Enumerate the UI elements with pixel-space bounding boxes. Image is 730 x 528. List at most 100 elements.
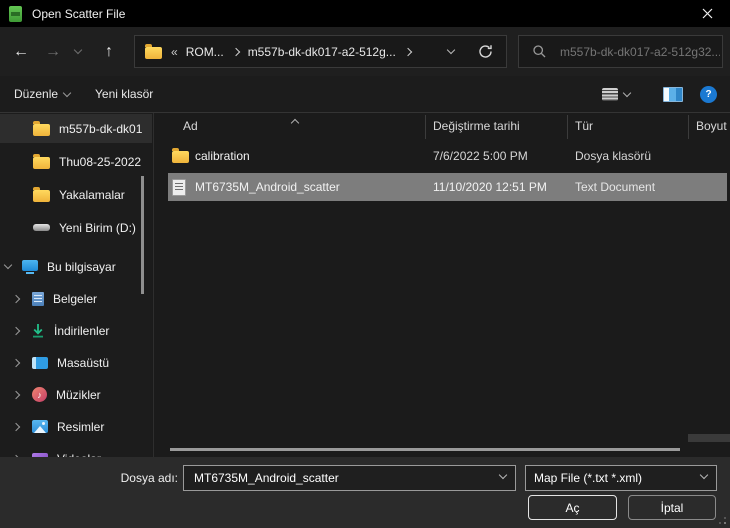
sidebar-item-label: Resimler bbox=[57, 419, 105, 434]
file-list: Ad Değiştirme tarihi Tür Boyut calibrati… bbox=[154, 113, 730, 457]
sidebar-item-thu08[interactable]: Thu08-25-2022 bbox=[0, 147, 152, 176]
music-icon: ♪ bbox=[32, 387, 47, 402]
sidebar-item-label: Belgeler bbox=[53, 291, 98, 306]
back-icon: ← bbox=[13, 42, 29, 60]
column-separator[interactable] bbox=[425, 115, 426, 139]
file-row-scatter[interactable]: MT6735M_Android_scatter 11/10/2020 12:51… bbox=[168, 173, 727, 201]
app-icon bbox=[9, 5, 22, 22]
preview-pane-button[interactable] bbox=[663, 76, 683, 112]
command-toolbar: Düzenle Yeni klasör ? bbox=[0, 76, 730, 113]
breadcrumb-overflow[interactable]: « bbox=[171, 45, 178, 59]
search-icon bbox=[533, 45, 546, 58]
folder-icon bbox=[33, 120, 50, 136]
open-button[interactable]: Aç bbox=[528, 495, 617, 520]
new-folder-button[interactable]: Yeni klasör bbox=[95, 76, 153, 112]
column-separator[interactable] bbox=[688, 115, 689, 139]
downloads-icon bbox=[33, 324, 43, 338]
help-button[interactable]: ? bbox=[700, 76, 717, 112]
file-type: Dosya klasörü bbox=[575, 149, 652, 163]
sidebar-item-label: Müzikler bbox=[56, 387, 101, 402]
resize-grip[interactable] bbox=[724, 522, 726, 524]
up-icon: ↑ bbox=[105, 42, 113, 60]
breadcrumb-item-rom[interactable]: ROM... bbox=[186, 45, 224, 59]
sidebar-item-masaustu[interactable]: Masaüstü bbox=[0, 348, 152, 377]
chevron-down-icon[interactable] bbox=[498, 470, 508, 480]
search-box[interactable] bbox=[518, 35, 723, 68]
sidebar-item-yakalamalar[interactable]: Yakalamalar bbox=[0, 180, 152, 209]
chevron-collapsed-icon[interactable] bbox=[11, 294, 21, 303]
dialog-footer: Dosya adı: Map File (*.txt *.xml) Aç İpt… bbox=[0, 457, 730, 528]
chevron-down-icon[interactable] bbox=[699, 470, 709, 480]
filetype-value: Map File (*.txt *.xml) bbox=[534, 471, 643, 485]
search-input[interactable] bbox=[558, 43, 722, 60]
chevron-collapsed-icon[interactable] bbox=[11, 326, 21, 335]
view-mode-button[interactable] bbox=[602, 76, 632, 112]
filename-combobox[interactable] bbox=[183, 465, 516, 491]
chevron-down-icon bbox=[62, 88, 72, 97]
chevron-down-icon bbox=[73, 45, 83, 55]
address-dropdown-icon[interactable] bbox=[446, 45, 456, 55]
refresh-icon[interactable] bbox=[478, 44, 493, 59]
column-header-name[interactable]: Ad bbox=[183, 119, 198, 133]
breadcrumb-item-current[interactable]: m557b-dk-dk017-a2-512g... bbox=[248, 45, 396, 59]
organize-label: Düzenle bbox=[14, 87, 59, 101]
column-header-modified[interactable]: Değiştirme tarihi bbox=[433, 119, 520, 133]
file-row-calibration[interactable]: calibration 7/6/2022 5:00 PM Dosya klasö… bbox=[168, 142, 727, 170]
folder-icon bbox=[145, 43, 162, 59]
organize-button[interactable]: Düzenle bbox=[14, 76, 72, 112]
chevron-right-icon[interactable] bbox=[403, 47, 413, 56]
file-name: MT6735M_Android_scatter bbox=[195, 180, 340, 194]
sidebar-item-label: İndirilenler bbox=[54, 323, 110, 338]
sidebar-item-label: m557b-dk-dk01 bbox=[59, 121, 143, 136]
navigation-bar: ← → ↑ « ROM... m557b-dk-dk017-a2-512g... bbox=[0, 27, 730, 76]
file-name: calibration bbox=[195, 149, 250, 163]
filetype-combobox[interactable]: Map File (*.txt *.xml) bbox=[525, 465, 717, 491]
desktop-icon bbox=[32, 356, 48, 369]
sidebar-item-videolar[interactable]: Videolar bbox=[0, 444, 152, 457]
file-modified: 7/6/2022 5:00 PM bbox=[433, 149, 528, 163]
pictures-icon bbox=[32, 420, 48, 433]
folder-icon bbox=[172, 142, 189, 170]
back-button[interactable]: ← bbox=[6, 27, 36, 76]
documents-icon bbox=[32, 291, 44, 306]
sidebar-item-m557b[interactable]: m557b-dk-dk01 bbox=[0, 114, 152, 143]
forward-icon: → bbox=[45, 42, 61, 60]
recent-locations-button[interactable] bbox=[66, 27, 90, 76]
chevron-collapsed-icon[interactable] bbox=[11, 358, 21, 367]
chevron-collapsed-icon[interactable] bbox=[11, 390, 21, 399]
forward-button[interactable]: → bbox=[38, 27, 68, 76]
sidebar-item-indirilenler[interactable]: İndirilenler bbox=[0, 316, 152, 345]
main-area: m557b-dk-dk01 Thu08-25-2022 Yakalamalar … bbox=[0, 113, 730, 457]
column-header-size[interactable]: Boyut bbox=[696, 119, 727, 133]
sidebar-item-belgeler[interactable]: Belgeler bbox=[0, 284, 152, 313]
cancel-button[interactable]: İptal bbox=[628, 495, 716, 520]
sidebar-item-yeni-birim[interactable]: Yeni Birim (D:) bbox=[0, 213, 152, 242]
close-button[interactable] bbox=[685, 0, 730, 27]
sidebar-item-label: Bu bilgisayar bbox=[47, 259, 116, 274]
drive-icon bbox=[33, 224, 50, 231]
address-bar[interactable]: « ROM... m557b-dk-dk017-a2-512g... bbox=[134, 35, 507, 68]
folder-icon bbox=[33, 153, 50, 169]
chevron-down-icon bbox=[622, 88, 632, 97]
column-header-type[interactable]: Tür bbox=[575, 119, 593, 133]
sidebar-item-resimler[interactable]: Resimler bbox=[0, 412, 152, 441]
chevron-expanded-icon[interactable] bbox=[3, 260, 13, 270]
title-bar: Open Scatter File bbox=[0, 0, 730, 27]
filename-input[interactable] bbox=[192, 470, 486, 486]
chevron-right-icon[interactable] bbox=[231, 47, 240, 56]
sidebar-item-muzikler[interactable]: ♪ Müzikler bbox=[0, 380, 152, 409]
sidebar-scrollbar[interactable] bbox=[141, 176, 144, 294]
close-icon bbox=[702, 8, 713, 19]
file-type: Text Document bbox=[575, 180, 656, 194]
horizontal-scrollbar[interactable] bbox=[170, 448, 680, 451]
navigation-pane: m557b-dk-dk01 Thu08-25-2022 Yakalamalar … bbox=[0, 113, 152, 457]
chevron-collapsed-icon[interactable] bbox=[11, 422, 21, 431]
column-separator[interactable] bbox=[567, 115, 568, 139]
computer-icon bbox=[22, 259, 38, 274]
up-button[interactable]: ↑ bbox=[94, 27, 124, 76]
details-view-icon bbox=[602, 87, 618, 101]
open-button-label: Aç bbox=[565, 500, 580, 515]
sort-ascending-icon bbox=[290, 115, 300, 129]
sidebar-item-bu-bilgisayar[interactable]: Bu bilgisayar bbox=[0, 252, 152, 281]
sidebar-item-label: Yakalamalar bbox=[59, 187, 125, 202]
